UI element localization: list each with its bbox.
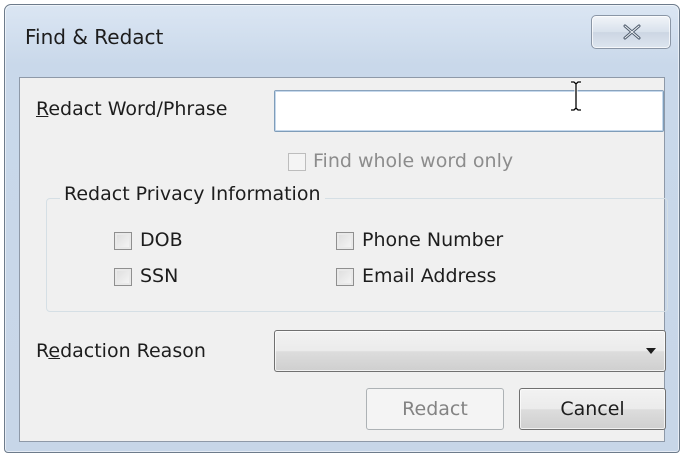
redact-phrase-label: Redact Word/Phrase (36, 98, 227, 120)
chevron-down-icon (646, 348, 656, 354)
ssn-checkbox[interactable] (114, 268, 132, 286)
ibeam-cursor-icon (571, 80, 581, 112)
ssn-label: SSN (140, 265, 179, 287)
dob-label: DOB (140, 229, 183, 251)
dialog-content: Redact Word/Phrase Find whole word only … (19, 77, 668, 442)
title-bar[interactable]: Find & Redact (5, 5, 679, 77)
redaction-reason-label-first: R (36, 340, 49, 362)
dialog-title: Find & Redact (25, 25, 164, 49)
privacy-info-group (46, 198, 668, 312)
cancel-button[interactable]: Cancel (519, 388, 666, 430)
phone-number-checkbox[interactable] (336, 232, 354, 250)
email-address-label: Email Address (362, 265, 497, 287)
close-button[interactable] (591, 15, 671, 49)
close-icon (623, 24, 641, 40)
redaction-reason-dropdown[interactable] (274, 330, 666, 372)
redact-phrase-input[interactable] (274, 90, 664, 132)
phone-number-label: Phone Number (362, 229, 504, 251)
privacy-group-title: Redact Privacy Information (60, 183, 325, 205)
redact-phrase-label-text: edact Word/Phrase (48, 98, 228, 120)
redact-phrase-label-accelerator: R (36, 98, 49, 120)
dob-checkbox[interactable] (114, 232, 132, 250)
redaction-reason-label-text: daction Reason (60, 340, 206, 362)
whole-word-label: Find whole word only (313, 150, 514, 172)
email-address-checkbox[interactable] (336, 268, 354, 286)
redact-button[interactable]: Redact (366, 388, 504, 430)
whole-word-checkbox[interactable] (288, 153, 306, 171)
redaction-reason-label-accelerator: e (48, 340, 61, 362)
redaction-reason-label: Redaction Reason (36, 340, 206, 362)
find-redact-dialog: Find & Redact Redact Word/Phrase Find wh… (4, 4, 680, 453)
